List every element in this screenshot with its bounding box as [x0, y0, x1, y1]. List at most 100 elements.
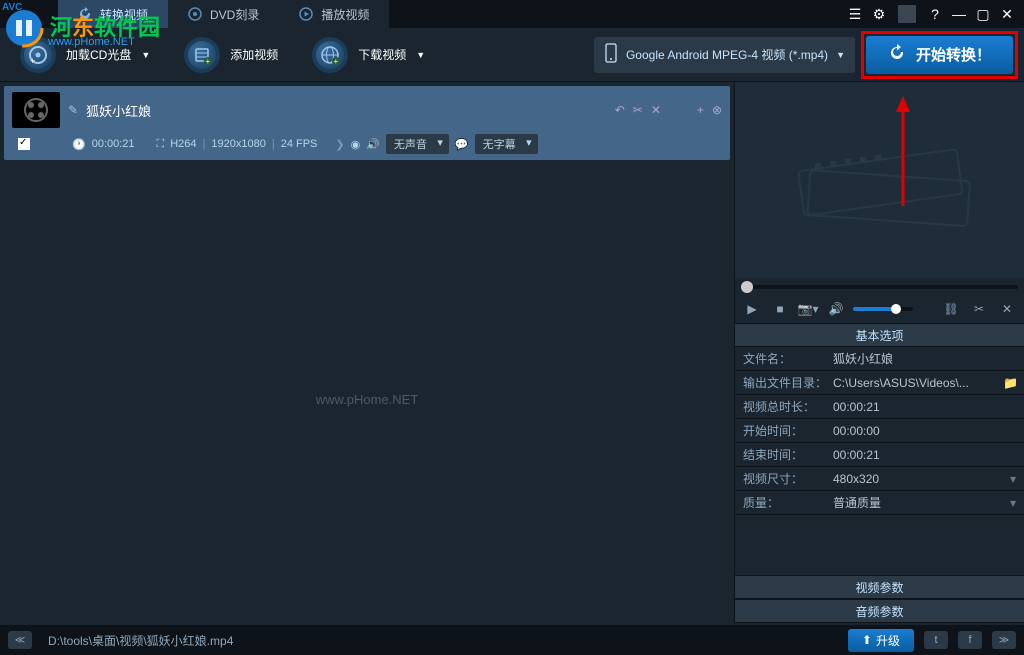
- prev-button[interactable]: ≪: [8, 631, 32, 649]
- globe-download-icon: +: [312, 37, 348, 73]
- refresh-icon: [78, 7, 92, 21]
- toolbar: + 加载CD光盘 ▼ + 添加视频 + 下载视频 ▼ Google Androi…: [0, 28, 1024, 82]
- next-button[interactable]: ≫: [992, 631, 1016, 649]
- upgrade-button[interactable]: ⬆升级: [848, 629, 914, 652]
- tab-convert[interactable]: 转换视频: [58, 0, 168, 28]
- load-cd-button[interactable]: + 加载CD光盘 ▼: [6, 31, 164, 79]
- download-video-button[interactable]: + 下载视频 ▼: [298, 31, 439, 79]
- chevron-right-icon[interactable]: ❯: [335, 138, 344, 151]
- clock-icon: 🕐: [72, 138, 86, 151]
- tab-label: DVD刻录: [210, 6, 259, 23]
- expand-icon[interactable]: ✕: [996, 298, 1018, 320]
- subtitle-select[interactable]: 无字幕: [475, 134, 538, 154]
- basic-options-header: 基本选项: [735, 323, 1024, 347]
- video-params-header[interactable]: 视频参数: [735, 575, 1024, 599]
- prop-total-label: 视频总时长：: [735, 398, 827, 415]
- prop-end-value[interactable]: 00:00:21: [827, 448, 1024, 462]
- file-list-panel: ✎ 狐妖小红娘 ↶ ✂ ✕ + ⊗ 🕐 00:00:21 ⛶ H264 |: [0, 82, 734, 623]
- close-icon[interactable]: ✕: [998, 5, 1016, 23]
- prop-start-label: 开始时间：: [735, 422, 827, 439]
- prop-outdir-label: 输出文件目录：: [735, 374, 827, 391]
- file-checkbox[interactable]: [18, 138, 30, 150]
- video-preview: [735, 82, 1024, 278]
- start-convert-button[interactable]: 开始转换！: [866, 36, 1013, 74]
- button-label: 开始转换！: [916, 44, 991, 65]
- file-codec: H264: [170, 138, 196, 150]
- svg-text:+: +: [206, 57, 211, 66]
- stop-button[interactable]: ■: [769, 298, 791, 320]
- status-bar: ≪ D:\tools\桌面\视频\狐妖小红娘.mp4 ⬆升级 t f ≫: [0, 625, 1024, 655]
- file-duration: 00:00:21: [92, 138, 135, 150]
- folder-icon[interactable]: 📁: [1003, 376, 1018, 390]
- undo-icon[interactable]: ↶: [615, 103, 625, 117]
- annotation-highlight: 开始转换！: [861, 31, 1018, 79]
- facebook-icon[interactable]: f: [958, 631, 982, 649]
- file-fps: 24 FPS: [281, 138, 318, 150]
- link-icon[interactable]: ⛓: [940, 298, 962, 320]
- svg-text:+: +: [30, 56, 35, 66]
- play-button[interactable]: ▶: [741, 298, 763, 320]
- output-format-select[interactable]: Google Android MPEG-4 视频 (*.mp4) ▼: [594, 37, 855, 73]
- audio-select[interactable]: 无声音: [386, 134, 449, 154]
- help-icon[interactable]: ?: [926, 5, 944, 23]
- file-title: 狐妖小红娘: [86, 101, 607, 120]
- file-path: D:\tools\桌面\视频\狐妖小红娘.mp4: [42, 632, 838, 649]
- prop-end-label: 结束时间：: [735, 446, 827, 463]
- chevron-down-icon: ▼: [141, 50, 150, 60]
- svg-text:+: +: [334, 57, 339, 66]
- player-controls: ▶ ■ 📷▾ 🔊 ⛓ ✂ ✕: [735, 296, 1024, 323]
- prop-filename-value[interactable]: 狐妖小红娘: [827, 350, 1024, 367]
- add-video-button[interactable]: + 添加视频: [170, 31, 292, 79]
- cd-icon: +: [20, 37, 56, 73]
- film-add-icon: +: [184, 37, 220, 73]
- subtitle-icon: 💬: [455, 138, 469, 151]
- shuffle-icon[interactable]: ✕: [651, 103, 661, 117]
- disc-icon: [188, 7, 202, 21]
- prop-filename-label: 文件名：: [735, 350, 827, 367]
- volume-icon: 🔊: [366, 138, 380, 151]
- phone-icon: [604, 43, 618, 66]
- volume-icon[interactable]: 🔊: [825, 298, 847, 320]
- prop-total-value: 00:00:21: [827, 400, 1024, 414]
- remove-icon[interactable]: ⊗: [712, 103, 722, 117]
- prop-size-label: 视频尺寸：: [735, 470, 827, 487]
- nav-disc-icon: ◉: [351, 138, 361, 151]
- play-icon: [299, 7, 313, 21]
- scissors-icon[interactable]: ✂: [968, 298, 990, 320]
- maximize-icon[interactable]: ▢: [974, 5, 992, 23]
- prop-start-value[interactable]: 00:00:00: [827, 424, 1024, 438]
- audio-params-header[interactable]: 音频参数: [735, 599, 1024, 623]
- file-thumbnail: [12, 92, 60, 128]
- edit-icon[interactable]: ✎: [68, 103, 78, 117]
- tab-label: 播放视频: [321, 6, 369, 23]
- film-icon: ⛶: [157, 138, 165, 151]
- gear-icon[interactable]: ⚙: [870, 5, 888, 23]
- button-label: 加载CD光盘: [66, 46, 131, 63]
- file-resolution: 1920x1080: [211, 138, 265, 150]
- volume-slider[interactable]: [853, 307, 913, 311]
- prop-outdir-value[interactable]: C:\Users\ASUS\Videos\...📁: [827, 376, 1024, 390]
- button-label: 添加视频: [230, 46, 278, 63]
- chevron-down-icon: ▼: [836, 50, 845, 60]
- prop-quality-select[interactable]: 普通质量: [827, 494, 1024, 511]
- format-label: Google Android MPEG-4 视频 (*.mp4): [626, 46, 828, 63]
- file-item[interactable]: ✎ 狐妖小红娘 ↶ ✂ ✕ + ⊗ 🕐 00:00:21 ⛶ H264 |: [4, 86, 730, 160]
- tab-play[interactable]: 播放视频: [279, 0, 389, 28]
- tab-label: 转换视频: [100, 6, 148, 23]
- cut-icon[interactable]: ✂: [633, 103, 643, 117]
- title-bar: 转换视频 DVD刻录 播放视频 ☰ ⚙ ? — ▢ ✕: [0, 0, 1024, 28]
- prop-size-select[interactable]: 480x320: [827, 472, 1024, 486]
- snapshot-button[interactable]: 📷▾: [797, 298, 819, 320]
- seek-thumb[interactable]: [741, 281, 753, 293]
- twitter-icon[interactable]: t: [924, 631, 948, 649]
- refresh-icon: [888, 44, 906, 66]
- menu-icon[interactable]: ☰: [846, 5, 864, 23]
- minimize-icon[interactable]: —: [950, 5, 968, 23]
- chevron-down-icon: ▼: [416, 50, 425, 60]
- button-label: 下载视频: [358, 46, 406, 63]
- watermark-text: www.pHome.NET: [0, 392, 734, 407]
- tab-dvd[interactable]: DVD刻录: [168, 0, 279, 28]
- seek-bar[interactable]: [735, 278, 1024, 296]
- preview-panel: ▶ ■ 📷▾ 🔊 ⛓ ✂ ✕ 基本选项 文件名：狐妖小红娘 输出文件目录：C:\…: [734, 82, 1024, 623]
- add-icon[interactable]: +: [697, 103, 704, 117]
